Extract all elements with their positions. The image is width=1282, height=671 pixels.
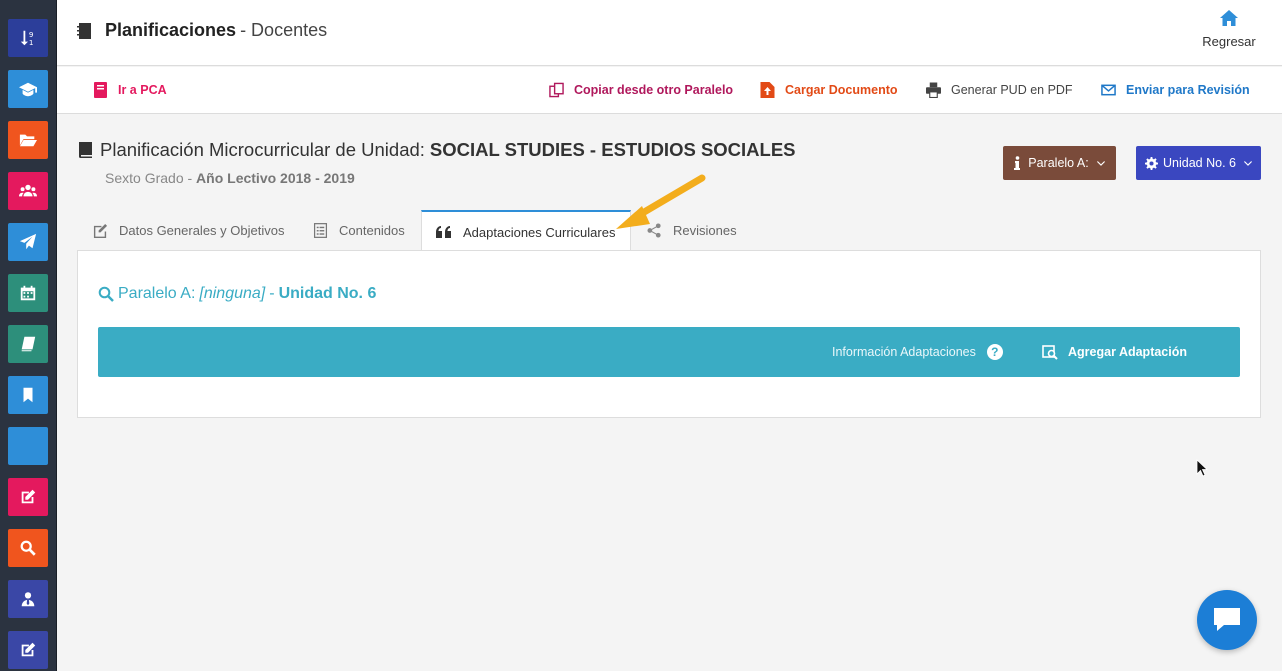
edit-icon[interactable]	[8, 631, 48, 669]
file-upload-icon	[760, 82, 775, 98]
pca-label: Ir a PCA	[118, 83, 167, 97]
paralelo-label: Paralelo A:	[1028, 156, 1089, 170]
home-button[interactable]: Regresar	[1194, 10, 1264, 49]
book-icon	[79, 142, 92, 158]
info-icon	[1014, 156, 1021, 170]
gear-icon	[1145, 156, 1159, 170]
edit-icon	[93, 223, 108, 238]
chevron-down-icon	[1096, 160, 1105, 166]
info-adaptaciones-button[interactable]: Información Adaptaciones ?	[832, 344, 1003, 360]
search-icon[interactable]	[8, 529, 48, 567]
book-icon	[94, 82, 107, 98]
review-label: Enviar para Revisión	[1126, 83, 1250, 97]
users-icon[interactable]	[8, 172, 48, 210]
adaptaciones-action-bar: Información Adaptaciones ? Agregar Adapt…	[98, 327, 1240, 377]
copy-button[interactable]: Copiar desde otro Paralelo	[549, 82, 733, 98]
pca-button[interactable]: Ir a PCA	[93, 82, 167, 98]
page-title: Planificaciones - Docentes	[77, 20, 327, 41]
tab-label: Datos Generales y Objetivos	[119, 223, 285, 238]
copy-label: Copiar desde otro Paralelo	[574, 83, 734, 97]
mouse-cursor-icon	[1196, 459, 1208, 477]
chat-icon	[1214, 608, 1240, 631]
unidad-label: Unidad No. 6	[1163, 156, 1236, 170]
app-title: Planificaciones	[105, 20, 237, 40]
tab-label: Contenidos	[339, 223, 405, 238]
add-label: Agregar Adaptación	[1068, 345, 1188, 359]
calendar-icon[interactable]	[8, 274, 48, 312]
info-label: Información Adaptaciones	[832, 345, 976, 359]
app-subtitle: - Docentes	[240, 20, 328, 40]
adaptaciones-panel: Paralelo A: [ninguna] - Unidad No. 6 Inf…	[77, 250, 1261, 418]
notebook-icon	[77, 22, 91, 39]
add-adaptacion-button[interactable]: Agregar Adaptación	[1042, 344, 1187, 360]
svg-text:1: 1	[29, 38, 34, 47]
app-header: Planificaciones - Docentes Regresar	[57, 0, 1282, 66]
chevron-down-icon	[1243, 160, 1252, 166]
tab-datos-generales[interactable]: Datos Generales y Objetivos	[93, 210, 303, 251]
annotation-arrow	[616, 174, 706, 229]
bookmark-icon[interactable]	[8, 376, 48, 414]
edit-icon[interactable]	[8, 478, 48, 516]
search-unit: Unidad No. 6	[278, 285, 377, 302]
generate-pdf-button[interactable]: Generar PUD en PDF	[926, 82, 1073, 98]
folder-open-icon[interactable]	[8, 121, 48, 159]
left-sidebar: 91	[0, 0, 57, 671]
heading-prefix: Planificación Microcurricular de Unidad:	[100, 139, 425, 160]
paper-plane-icon[interactable]	[8, 223, 48, 261]
home-icon	[1220, 10, 1238, 26]
planning-subtitle: Sexto Grado - Año Lectivo 2018 - 2019	[105, 170, 355, 186]
envelope-icon	[1101, 84, 1116, 96]
search-prefix: Paralelo A:	[118, 285, 196, 302]
chat-button[interactable]	[1197, 590, 1257, 650]
home-label: Regresar	[1202, 34, 1256, 49]
paralelo-dropdown[interactable]: Paralelo A:	[1003, 146, 1116, 180]
tab-label: Adaptaciones Curriculares	[463, 224, 616, 240]
unidad-dropdown[interactable]: Unidad No. 6	[1136, 146, 1261, 180]
sort-numeric-icon[interactable]: 91	[8, 19, 48, 57]
copy-icon	[549, 82, 564, 98]
user-tie-icon[interactable]	[8, 580, 48, 618]
question-icon: ?	[986, 344, 1003, 360]
search-summary: Paralelo A: [ninguna] - Unidad No. 6	[98, 285, 376, 303]
send-review-button[interactable]: Enviar para Revisión	[1101, 82, 1250, 98]
print-icon	[926, 82, 941, 98]
blank-icon[interactable]	[8, 427, 48, 465]
action-toolbar: Ir a PCA Copiar desde otro Paralelo Carg…	[57, 67, 1282, 114]
heading-subject: SOCIAL STUDIES - ESTUDIOS SOCIALES	[429, 139, 796, 160]
tab-contenidos[interactable]: Contenidos	[313, 210, 419, 251]
search-document-icon	[1042, 345, 1058, 360]
book-icon[interactable]	[8, 325, 48, 363]
search-icon	[98, 286, 114, 302]
graduation-cap-icon[interactable]	[8, 70, 48, 108]
list-icon	[313, 223, 328, 238]
upload-document-button[interactable]: Cargar Documento	[760, 82, 898, 98]
search-separator: -	[269, 285, 275, 302]
search-value: [ninguna]	[199, 285, 266, 302]
upload-label: Cargar Documento	[785, 83, 898, 97]
planning-heading: Planificación Microcurricular de Unidad:…	[79, 139, 796, 161]
pdf-label: Generar PUD en PDF	[951, 83, 1073, 97]
quote-icon	[436, 226, 451, 238]
grade-label: Sexto Grado -	[105, 170, 193, 186]
school-year: Año Lectivo 2018 - 2019	[196, 170, 355, 186]
tab-adaptaciones[interactable]: Adaptaciones Curriculares	[421, 210, 631, 252]
